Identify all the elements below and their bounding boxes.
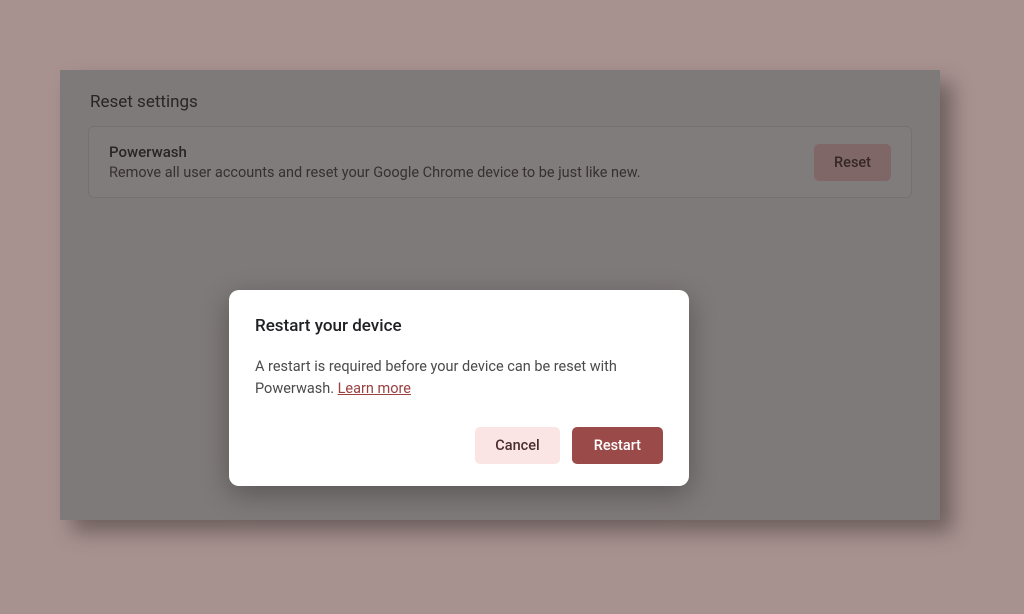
dialog-body-text: A restart is required before your device…	[255, 358, 617, 397]
restart-button[interactable]: Restart	[572, 427, 663, 464]
cancel-button[interactable]: Cancel	[475, 427, 559, 464]
learn-more-link[interactable]: Learn more	[338, 380, 411, 397]
dialog-body: A restart is required before your device…	[255, 356, 663, 401]
restart-dialog: Restart your device A restart is require…	[229, 290, 689, 486]
dialog-actions: Cancel Restart	[255, 427, 663, 464]
dialog-title: Restart your device	[255, 316, 663, 336]
